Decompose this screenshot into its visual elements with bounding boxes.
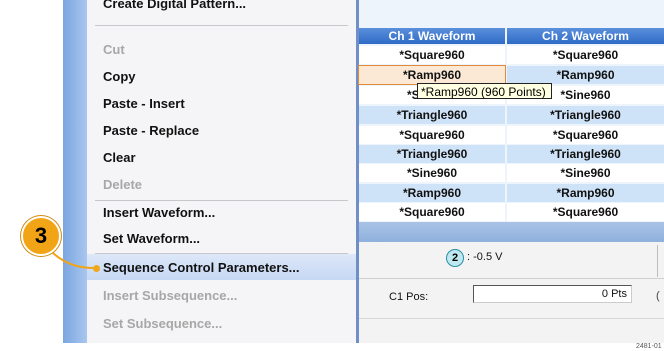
table-cell[interactable]: *Triangle960	[507, 106, 664, 124]
menu-item-paste-replace[interactable]: Paste - Replace	[103, 123, 199, 139]
column-header-ch1[interactable]: Ch 1 Waveform	[359, 28, 505, 44]
c1-pos-label: C1 Pos:	[389, 291, 429, 303]
panel-separator	[359, 278, 664, 279]
menu-item-insert-waveform[interactable]: Insert Waveform...	[103, 205, 215, 221]
waveform-table: Ch 1 Waveform Ch 2 Waveform *Square960 *…	[358, 0, 664, 222]
menu-item-set-waveform[interactable]: Set Waveform...	[103, 231, 200, 247]
table-cell[interactable]: *Ramp960	[359, 184, 505, 202]
table-cell[interactable]: *Square960	[507, 126, 664, 144]
table-cell[interactable]: *Square960	[507, 203, 664, 221]
waveform-tooltip: *Ramp960 (960 Points)	[417, 83, 552, 99]
context-menu: Create Digital Pattern... Cut Copy Paste…	[87, 0, 356, 343]
channel-2-badge: 2	[446, 249, 464, 267]
menu-item-insert-subsequence: Insert Subsequence...	[103, 288, 238, 303]
table-cell[interactable]: *Sine960	[507, 164, 664, 182]
figure-id: 2481-01	[636, 343, 662, 350]
table-cell[interactable]: *Square960	[507, 46, 664, 64]
menu-item-set-subsequence: Set Subsequence...	[103, 316, 223, 331]
table-cell[interactable]: *Ramp960	[507, 66, 664, 84]
table-cell[interactable]: *Ramp960	[507, 184, 664, 202]
table-cell[interactable]: *Triangle960	[507, 145, 664, 163]
menu-item-create-digital-pattern[interactable]: Create Digital Pattern...	[103, 0, 246, 12]
column-header-ch2[interactable]: Ch 2 Waveform	[507, 28, 664, 44]
c1-pos-input[interactable]: 0 Pts	[473, 285, 632, 303]
table-cell-selected[interactable]: *Ramp960	[358, 65, 506, 85]
cut-off-text: (	[656, 290, 660, 302]
menu-separator	[95, 253, 348, 254]
table-cell[interactable]: *Square960	[359, 126, 505, 144]
menu-separator	[95, 200, 348, 201]
panel-divider	[657, 245, 658, 277]
table-cell[interactable]: *Triangle960	[359, 106, 505, 124]
panel-separator	[359, 318, 664, 319]
panel-title-strip	[359, 222, 664, 242]
table-cell[interactable]: *Square960	[359, 46, 505, 64]
channel-2-offset-value: : -0.5 V	[467, 251, 503, 263]
menu-item-sequence-control-parameters[interactable]: Sequence Control Parameters...	[103, 260, 300, 276]
menu-item-paste-insert[interactable]: Paste - Insert	[103, 96, 185, 112]
callout-badge: 3	[21, 216, 61, 256]
table-cell[interactable]: *Triangle960	[359, 145, 505, 163]
menu-separator	[95, 25, 348, 26]
table-cell[interactable]: *Square960	[359, 203, 505, 221]
table-cell[interactable]: *Sine960	[359, 164, 505, 182]
